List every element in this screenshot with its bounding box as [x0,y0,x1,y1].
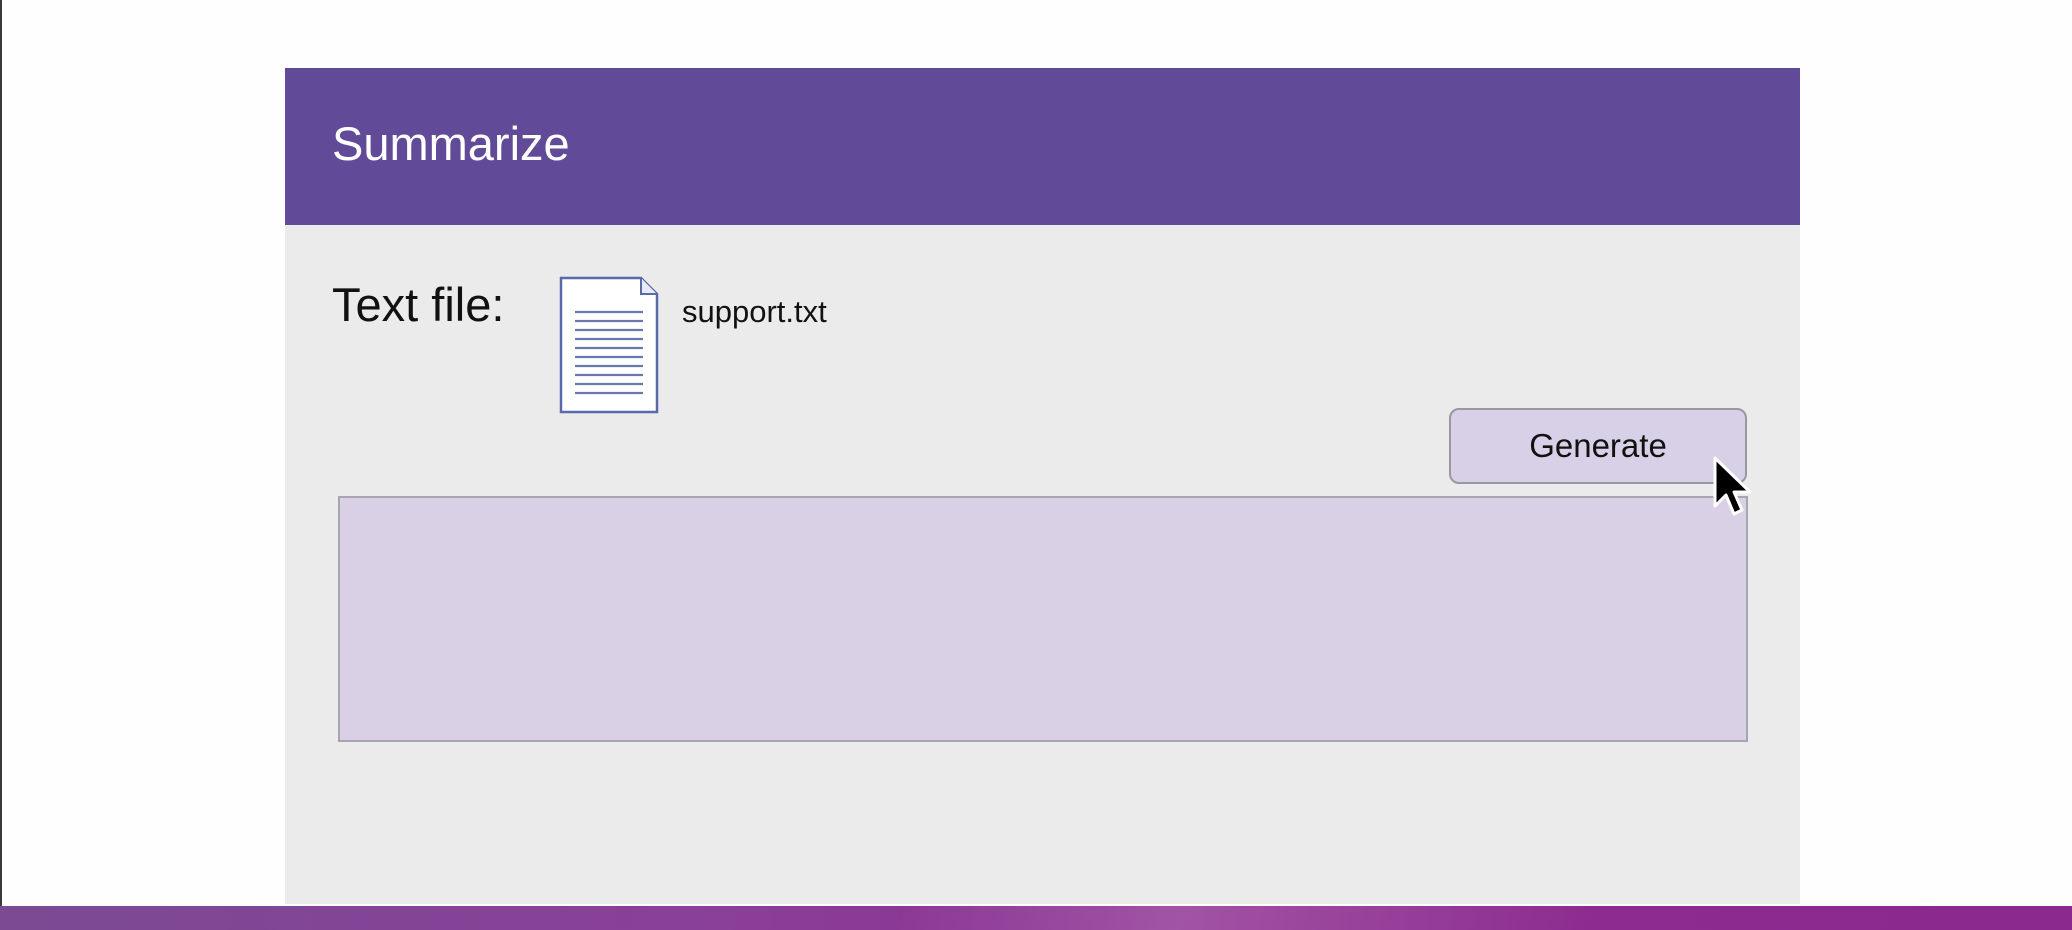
generate-button[interactable]: Generate [1449,408,1747,484]
panel-title: Summarize [332,117,570,170]
band-sheen [900,906,1600,930]
text-document-icon[interactable] [559,276,659,414]
window-edge [0,0,2,930]
summary-output-area[interactable] [338,496,1748,742]
panel-header: Summarize [285,68,1800,225]
file-name: support.txt [682,294,827,329]
screen: Summarize Text file: support.txt Generat… [0,0,2072,930]
summarize-panel: Summarize Text file: support.txt Generat… [285,68,1800,904]
text-file-label: Text file: [332,278,505,331]
mouse-pointer-icon [1713,456,1755,520]
bottom-accent-band [0,906,2072,930]
